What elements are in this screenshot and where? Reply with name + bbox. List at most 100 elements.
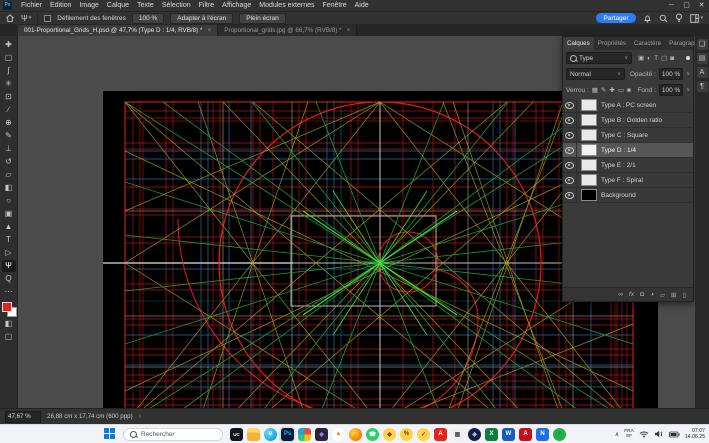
filter-type-icon[interactable]: T [654,54,658,63]
menu-item-modules-externes[interactable]: Modules externes [255,0,318,12]
full-screen-button[interactable]: Plein écran [239,13,286,24]
layer-row-type-f-spiral[interactable]: Type F : Spiral [563,173,693,188]
menu-item-calque[interactable]: Calque [103,0,133,12]
tab-close-icon[interactable]: × [207,27,211,34]
eyedropper-tool[interactable]: ∕ [2,104,16,116]
brush-tool[interactable]: ✎ [2,130,16,142]
delete-layer-icon[interactable]: ▯ [682,291,686,299]
path-selection-tool[interactable]: ▷ [2,247,16,259]
language-indicator[interactable]: FRASF [624,429,634,439]
window-minimize-button[interactable]: ─ [664,0,679,12]
layer-thumbnail[interactable] [581,159,597,171]
dock-character-icon[interactable]: A [697,67,708,78]
taskbar-search[interactable]: Rechercher [123,428,223,441]
visibility-eye-icon[interactable] [565,147,574,154]
window-close-button[interactable]: ✕ [694,0,709,12]
layer-thumbnail[interactable] [581,189,597,201]
layer-filter-select[interactable]: Type ∨ [566,52,632,64]
document-tab-1[interactable]: 001-Proportional_Grids_H.psd @ 47,7% (Ty… [18,25,218,36]
tray-chevron-icon[interactable]: ∧ [615,431,619,438]
search-icon[interactable] [659,14,668,23]
taskbar-app-word[interactable]: W [502,428,515,441]
tab-close-icon[interactable]: × [347,27,351,34]
foreground-color-swatch[interactable] [2,302,12,312]
fill-caret-icon[interactable]: ∨ [686,87,690,93]
dock-paragraph-icon[interactable]: ¶ [697,81,708,92]
visibility-eye-icon[interactable] [565,192,574,199]
menu-item-fichier[interactable]: Fichier [17,0,46,12]
menu-item-edition[interactable]: Edition [46,0,75,12]
visibility-eye-icon[interactable] [565,177,574,184]
panel-tab-propri-t-s[interactable]: Propriétés [594,37,630,50]
menu-item-texte[interactable]: Texte [133,0,158,12]
battery-icon[interactable] [669,431,680,438]
taskbar-app-yellow-app-3[interactable]: ✓ [417,428,430,441]
document-tab-2[interactable]: Proportional_grids.jpg @ 66,7% (RVB/8) *… [218,25,357,36]
hand-tool[interactable]: Ψ [2,260,16,272]
filter-pixel-icon[interactable]: ▣ [638,54,644,63]
move-tool[interactable]: ✚ [2,39,16,51]
marquee-tool[interactable]: ▢ [2,52,16,64]
lock-position-icon[interactable]: ✚ [609,86,614,95]
opacity-caret-icon[interactable]: ∨ [686,71,690,77]
new-layer-icon[interactable]: ⊞ [671,291,676,299]
taskbar-app-photoshop[interactable]: Ps [281,428,294,441]
frame-tool[interactable]: ▣ [2,208,16,220]
notifications-bell-icon[interactable] [643,13,652,23]
quick-mask-button[interactable]: ◧ [2,318,16,330]
filter-toggle-pin[interactable] [686,56,690,60]
new-group-icon[interactable]: ▱ [660,291,665,299]
taskbar-app-yellow-app-2[interactable]: % [400,428,413,441]
home-icon[interactable] [5,13,15,23]
layer-mask-icon[interactable]: ◘ [640,291,644,298]
lock-all-icon[interactable]: ■ [627,86,631,95]
layer-thumbnail[interactable] [581,114,597,126]
link-layers-icon[interactable]: ∞ [618,291,623,298]
layer-effects-icon[interactable]: fx [629,291,634,298]
lock-pixels-icon[interactable]: ✎ [601,86,606,95]
menu-item-filtre[interactable]: Filtre [195,0,219,12]
taskbar-app-green-round-app[interactable]: ♪ [553,428,566,441]
filter-shape-icon[interactable]: ▢ [661,54,667,63]
taskbar-app-purple-media-app[interactable]: ◆ [315,428,328,441]
taskbar-app-calculator[interactable]: ▦ [451,428,464,441]
taskbar-app-vlc[interactable]: ▲ [332,428,345,441]
menu-item-aide[interactable]: Aide [351,0,373,12]
type-tool[interactable]: T [2,234,16,246]
taskbar-app-yellow-app-1[interactable]: ◆ [383,428,396,441]
dock-layers-icon[interactable]: ❏ [697,39,708,50]
layer-row-type-c-square[interactable]: Type C : Square [563,128,693,143]
blend-mode-select[interactable]: Normal ∨ [566,68,625,80]
layer-row-type-e-2-1[interactable]: Type E : 2/1 [563,158,693,173]
zoom-level-field[interactable]: 47,67 % [5,411,41,423]
layer-thumbnail[interactable] [581,129,597,141]
lock-artboard-icon[interactable]: ▭ [618,86,624,95]
menu-item-s-lection[interactable]: Sélection [158,0,195,12]
clone-stamp-tool[interactable]: ⊥ [2,143,16,155]
taskbar-app-uc-browser[interactable]: UC [230,428,243,441]
visibility-eye-icon[interactable] [565,162,574,169]
layer-row-type-b-golden-ratio[interactable]: Type B : Golden ratio [563,113,693,128]
edit-toolbar[interactable]: ⋯ [2,286,16,298]
share-button[interactable]: Partager [596,13,637,23]
dock-properties-icon[interactable]: ▤ [697,53,708,64]
scroll-all-windows-checkbox[interactable] [44,15,51,22]
menu-item-affichage[interactable]: Affichage [218,0,255,12]
fit-screen-button[interactable]: Adapter à l'écran [170,13,233,24]
taskbar-app-blue-app[interactable]: N [536,428,549,441]
layer-row-type-d-1-4[interactable]: Type D : 1/4 [563,143,693,158]
window-restore-button[interactable]: ▢ [679,0,694,12]
taskbar-app-edge-browser[interactable]: e [264,428,277,441]
visibility-eye-icon[interactable] [565,102,574,109]
wifi-icon[interactable] [639,430,649,438]
menu-item-image[interactable]: Image [75,0,102,12]
taskbar-app-navy-round-app[interactable]: ◈ [468,428,481,441]
taskbar-app-firefox[interactable] [349,428,362,441]
zoom-tool[interactable]: Q [2,273,16,285]
opacity-field[interactable]: 100 % [659,68,683,80]
discover-lightbulb-icon[interactable] [675,13,683,23]
pen-tool[interactable]: ▲ [2,221,16,233]
start-button[interactable] [104,428,116,440]
visibility-eye-icon[interactable] [565,132,574,139]
crop-tool[interactable]: ⊡ [2,91,16,103]
